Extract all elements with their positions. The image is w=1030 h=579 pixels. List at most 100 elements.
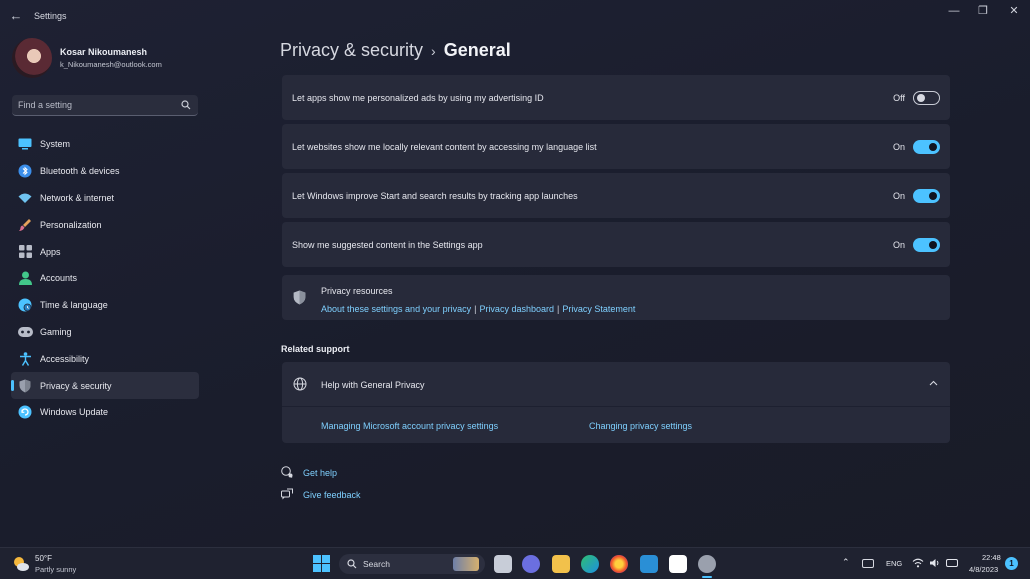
privacy-resources-card: Privacy resources About these settings a…: [282, 275, 950, 320]
taskbar-search-label: Search: [363, 559, 390, 569]
setting-row[interactable]: Let apps show me personalized ads by usi…: [282, 75, 950, 120]
globe-clock-icon: [17, 297, 33, 313]
help-expander-title: Help with General Privacy: [321, 380, 425, 390]
paintbrush-icon: [17, 217, 33, 233]
chevron-right-icon: ›: [431, 43, 436, 59]
sidebar-nav: System Bluetooth & devices Network & int…: [11, 131, 199, 426]
setting-label: Let websites show me locally relevant co…: [292, 142, 597, 152]
chevron-up-icon[interactable]: [929, 380, 938, 386]
active-app-indicator: [702, 576, 712, 578]
search-box[interactable]: [12, 95, 198, 116]
restore-icon[interactable]: ❐: [972, 4, 994, 18]
link-separator: |: [556, 304, 560, 314]
sidebar-item-label: Windows Update: [40, 407, 109, 418]
windows-start-icon[interactable]: [313, 555, 330, 572]
setting-row[interactable]: Show me suggested content in the Setting…: [282, 222, 950, 267]
sidebar-item-personalization[interactable]: Personalization: [11, 211, 199, 238]
setting-row[interactable]: Let Windows improve Start and search res…: [282, 173, 950, 218]
toggle-knob: [929, 241, 937, 249]
search-input[interactable]: [18, 98, 178, 112]
toggle-switch[interactable]: [913, 140, 940, 154]
sidebar-item-system[interactable]: System: [11, 131, 199, 158]
toggle-knob: [929, 192, 937, 200]
toggle-knob: [929, 143, 937, 151]
keyboard-icon[interactable]: [862, 559, 874, 568]
sidebar-item-network[interactable]: Network & internet: [11, 185, 199, 212]
teams-chat-icon[interactable]: [522, 555, 540, 573]
minimize-icon[interactable]: —: [943, 4, 965, 18]
breadcrumb-current: General: [443, 40, 511, 60]
check-app-icon[interactable]: [640, 555, 658, 573]
taskbar-search[interactable]: Search: [339, 554, 485, 574]
give-feedback-link[interactable]: Give feedback: [303, 490, 361, 500]
avatar[interactable]: [12, 38, 52, 78]
wifi-icon[interactable]: [912, 558, 924, 568]
toggle-switch[interactable]: [913, 238, 940, 252]
sidebar-item-time-language[interactable]: Time & language: [11, 292, 199, 319]
toggle-switch[interactable]: [913, 189, 940, 203]
profile-name: Kosar Nikoumanesh: [60, 47, 148, 57]
edge-browser-icon[interactable]: [581, 555, 599, 573]
sidebar-item-label: Accessibility: [40, 353, 90, 364]
bluetooth-icon: [17, 163, 33, 179]
sidebar-item-bluetooth[interactable]: Bluetooth & devices: [11, 158, 199, 185]
sidebar-item-label: Gaming: [40, 326, 72, 337]
changing-privacy-settings-link[interactable]: Changing privacy settings: [589, 421, 692, 431]
sidebar-item-accounts[interactable]: Accounts: [11, 265, 199, 292]
sidebar-item-apps[interactable]: Apps: [11, 238, 199, 265]
page-title: Privacy & security › General: [280, 40, 511, 61]
sidebar-item-privacy-security[interactable]: Privacy & security: [11, 372, 199, 399]
link-separator: |: [474, 304, 477, 314]
toggle-state-text: On: [892, 142, 905, 152]
file-explorer-icon[interactable]: [552, 555, 570, 573]
search-icon[interactable]: [181, 100, 191, 110]
sidebar-item-gaming[interactable]: Gaming: [11, 319, 199, 346]
close-icon[interactable]: ✕: [1003, 4, 1025, 18]
privacy-resources-links: About these settings and your privacy | Pr…: [321, 299, 635, 317]
sidebar-item-label: Privacy & security: [40, 380, 112, 391]
help-expander-header[interactable]: Help with General Privacy: [282, 362, 950, 406]
apps-grid-icon: [17, 244, 33, 260]
sidebar-item-accessibility[interactable]: Accessibility: [11, 345, 199, 372]
clock-date[interactable]: 4/8/2023: [969, 565, 998, 574]
setting-label: Let Windows improve Start and search res…: [292, 191, 578, 201]
weather-description[interactable]: Partly sunny: [35, 565, 76, 574]
toggle-knob: [917, 94, 925, 102]
wifi-icon: [17, 190, 33, 206]
toggle-switch[interactable]: [913, 91, 940, 105]
gamepad-icon: [17, 324, 33, 340]
breadcrumb-parent[interactable]: Privacy & security: [280, 40, 423, 60]
clock-time[interactable]: 22:48: [982, 553, 1001, 562]
back-arrow-icon[interactable]: ←: [8, 8, 24, 24]
chevron-up-icon[interactable]: ⌃: [842, 557, 850, 568]
sidebar-item-label: Accounts: [40, 273, 78, 284]
globe-icon: [293, 377, 307, 391]
firefox-icon[interactable]: [610, 555, 628, 573]
setting-row[interactable]: Let websites show me locally relevant co…: [282, 124, 950, 169]
pinned-app-icon[interactable]: [669, 555, 687, 573]
shield-icon: [17, 378, 33, 394]
get-help-icon: [281, 466, 293, 478]
get-help-link[interactable]: Get help: [303, 468, 337, 478]
settings-gear-icon[interactable]: [698, 555, 716, 573]
privacy-resources-title: Privacy resources: [321, 286, 393, 296]
about-privacy-link[interactable]: About these settings and your privacy: [321, 304, 471, 314]
volume-icon[interactable]: [929, 558, 941, 568]
privacy-dashboard-link[interactable]: Privacy dashboard: [479, 304, 554, 314]
weather-temp[interactable]: 50°F: [35, 554, 52, 563]
sidebar-item-label: Network & internet: [40, 192, 115, 203]
sidebar-item-label: Bluetooth & devices: [40, 166, 120, 177]
expander-divider: [282, 406, 950, 407]
search-icon: [347, 559, 357, 569]
privacy-statement-link[interactable]: Privacy Statement: [562, 304, 635, 314]
task-view-icon[interactable]: [494, 555, 512, 573]
managing-account-privacy-link[interactable]: Managing Microsoft account privacy setti…: [321, 421, 498, 431]
setting-label: Show me suggested content in the Setting…: [292, 240, 483, 250]
language-indicator[interactable]: ENG: [886, 559, 902, 568]
weather-icon[interactable]: [12, 555, 30, 573]
battery-icon[interactable]: [946, 559, 958, 567]
sidebar-item-windows-update[interactable]: Windows Update: [11, 399, 199, 426]
notification-badge[interactable]: 1: [1005, 557, 1018, 570]
monitor-icon: [17, 136, 33, 152]
settings-window: ← Settings — ❐ ✕ Kosar Nikoumanesh k_Nik…: [0, 0, 1030, 547]
